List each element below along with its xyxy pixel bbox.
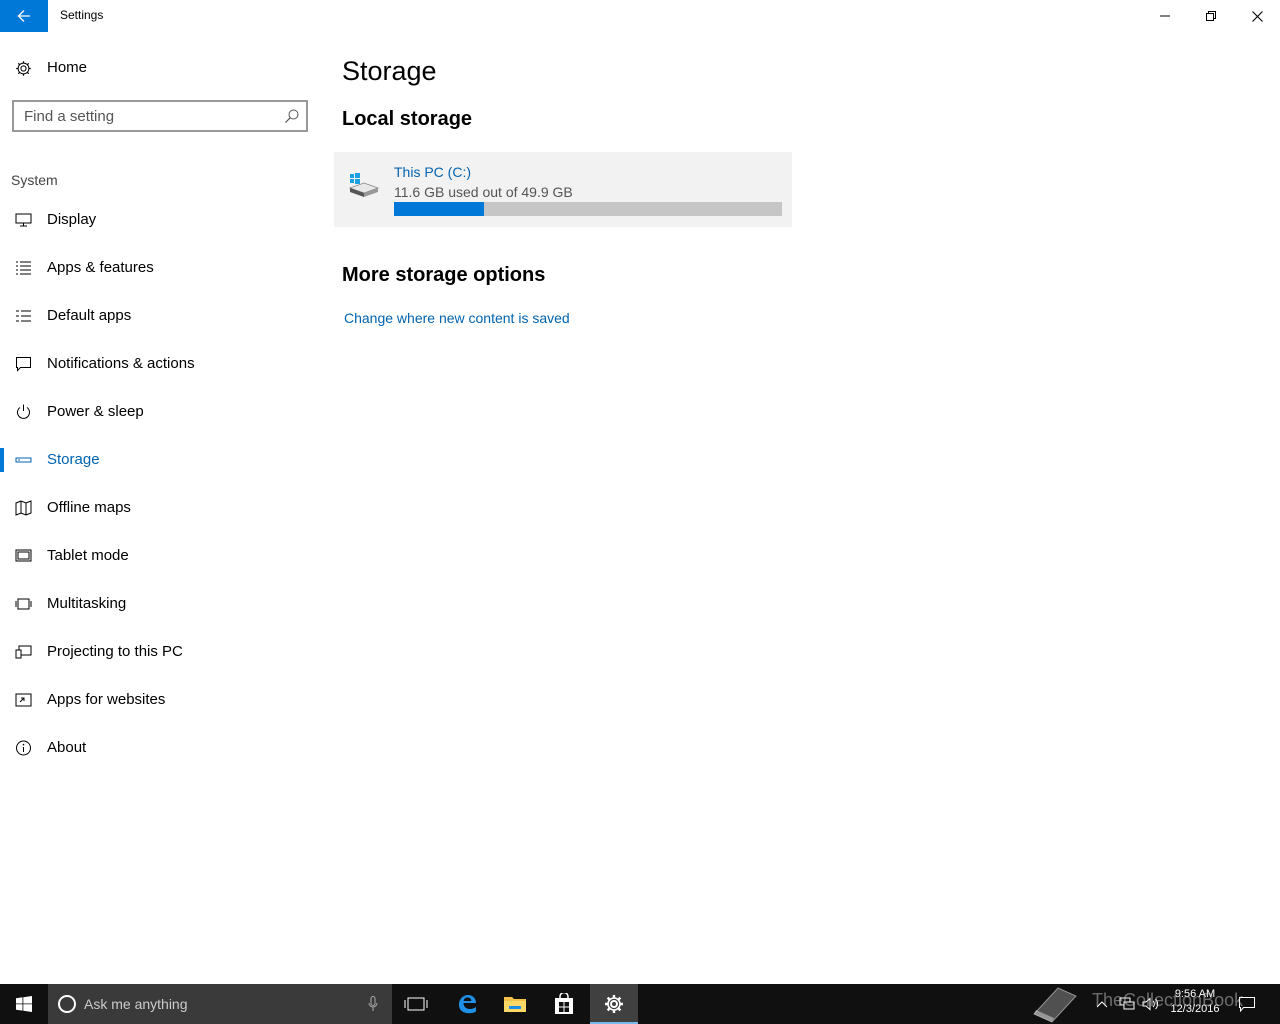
sidebar-item-label: Apps for websites xyxy=(47,691,166,708)
cortana-search-box[interactable]: Ask me anything xyxy=(48,984,392,1024)
clock-date: 12/3/2016 xyxy=(1170,1003,1220,1015)
folder-icon xyxy=(504,997,526,1012)
sidebar-item-label: Storage xyxy=(47,451,100,468)
drive-name: This PC (C:) xyxy=(394,164,471,180)
tablet-icon xyxy=(15,549,32,562)
sidebar-item-label: Power & sleep xyxy=(47,403,144,420)
speaker-icon xyxy=(1142,997,1159,1011)
store-button[interactable] xyxy=(540,984,588,1024)
sidebar: Home System Display Apps & features Defa… xyxy=(0,32,320,984)
sidebar-item-label: About xyxy=(47,739,87,756)
sidebar-item-notifications[interactable]: Notifications & actions xyxy=(0,344,320,384)
apps-list-icon xyxy=(16,261,31,275)
network-button[interactable] xyxy=(1116,984,1138,1024)
notifications-icon xyxy=(16,357,31,372)
sidebar-item-multitasking[interactable]: Multitasking xyxy=(0,584,320,624)
action-center-button[interactable] xyxy=(1234,984,1260,1024)
close-icon xyxy=(1251,10,1263,22)
gear-icon xyxy=(16,61,31,76)
gear-icon xyxy=(605,995,623,1013)
show-hidden-icons-button[interactable] xyxy=(1092,984,1112,1024)
store-icon xyxy=(555,993,573,1014)
sidebar-item-about[interactable]: About xyxy=(0,728,320,768)
storage-usage-bar xyxy=(394,202,782,216)
sidebar-item-label: Tablet mode xyxy=(47,547,129,564)
task-view-icon xyxy=(404,997,428,1011)
back-arrow-icon xyxy=(17,10,30,22)
default-apps-icon xyxy=(16,310,31,322)
main-content: Storage Local storage This PC (C:) 11.6 … xyxy=(320,32,1280,984)
book-watermark-icon xyxy=(1033,987,1077,1023)
storage-icon xyxy=(15,457,32,463)
sidebar-item-display[interactable]: Display xyxy=(0,200,320,240)
network-icon xyxy=(1119,997,1135,1010)
cortana-placeholder: Ask me anything xyxy=(84,996,188,1012)
sidebar-item-label: Display xyxy=(47,211,97,228)
drive-usage-text: 11.6 GB used out of 49.9 GB xyxy=(394,184,573,200)
local-storage-heading: Local storage xyxy=(342,108,473,130)
more-storage-options-heading: More storage options xyxy=(342,264,546,286)
power-icon xyxy=(17,404,30,419)
search-input[interactable] xyxy=(24,107,274,125)
sidebar-group-label: System xyxy=(11,172,58,188)
sidebar-item-offline-maps[interactable]: Offline maps xyxy=(0,488,320,528)
sidebar-item-label: Apps & features xyxy=(47,259,154,276)
volume-button[interactable] xyxy=(1140,984,1162,1024)
sidebar-item-label: Default apps xyxy=(47,307,132,324)
window-title: Settings xyxy=(60,8,104,22)
page-title: Storage xyxy=(342,56,437,86)
sidebar-item-default-apps[interactable]: Default apps xyxy=(0,296,320,336)
back-button[interactable] xyxy=(0,0,48,32)
edge-browser-button[interactable] xyxy=(443,984,491,1024)
sidebar-item-label: Notifications & actions xyxy=(47,355,195,372)
start-button[interactable] xyxy=(0,984,48,1024)
storage-usage-bar-fill xyxy=(394,202,485,216)
projecting-icon xyxy=(15,645,32,659)
sidebar-item-projecting[interactable]: Projecting to this PC xyxy=(0,632,320,672)
cortana-icon xyxy=(58,995,76,1013)
sidebar-item-label: Multitasking xyxy=(47,595,127,612)
search-icon[interactable] xyxy=(284,108,300,124)
settings-taskbar-button[interactable] xyxy=(590,984,638,1024)
taskbar: Ask me anything 9:56 AM 12/3/2016 TheCol… xyxy=(0,984,1280,1024)
microphone-icon[interactable] xyxy=(368,996,378,1012)
sidebar-item-power-sleep[interactable]: Power & sleep xyxy=(0,392,320,432)
settings-search-box[interactable] xyxy=(12,100,308,132)
display-icon xyxy=(15,213,32,227)
close-button[interactable] xyxy=(1234,0,1280,32)
restore-button[interactable] xyxy=(1188,0,1234,32)
clock-time: 9:56 AM xyxy=(1174,988,1216,1000)
sidebar-item-tablet-mode[interactable]: Tablet mode xyxy=(0,536,320,576)
sidebar-item-label: Offline maps xyxy=(47,499,131,516)
drive-icon xyxy=(348,173,380,197)
file-explorer-button[interactable] xyxy=(491,984,539,1024)
restore-icon xyxy=(1206,11,1216,21)
action-center-icon xyxy=(1239,996,1255,1012)
apps-websites-icon xyxy=(15,693,32,707)
drive-card-c[interactable]: This PC (C:) 11.6 GB used out of 49.9 GB xyxy=(334,152,792,227)
chevron-up-icon xyxy=(1096,1001,1108,1008)
multitasking-icon xyxy=(15,598,32,610)
sidebar-item-apps-features[interactable]: Apps & features xyxy=(0,248,320,288)
home-nav-item[interactable]: Home xyxy=(0,52,320,84)
home-label: Home xyxy=(47,59,88,76)
minimize-button[interactable] xyxy=(1142,0,1188,32)
title-bar: Settings xyxy=(0,0,1280,32)
windows-logo-icon xyxy=(16,996,32,1012)
info-icon xyxy=(16,740,31,756)
task-view-button[interactable] xyxy=(392,984,440,1024)
edge-icon xyxy=(459,995,476,1014)
taskbar-clock[interactable]: 9:56 AM 12/3/2016 xyxy=(1160,987,1230,1017)
sidebar-item-apps-for-websites[interactable]: Apps for websites xyxy=(0,680,320,720)
sidebar-item-storage[interactable]: Storage xyxy=(0,440,320,480)
change-save-location-link[interactable]: Change where new content is saved xyxy=(344,310,570,326)
minimize-icon xyxy=(1160,15,1170,17)
map-icon xyxy=(15,500,32,516)
sidebar-item-label: Projecting to this PC xyxy=(47,643,183,660)
